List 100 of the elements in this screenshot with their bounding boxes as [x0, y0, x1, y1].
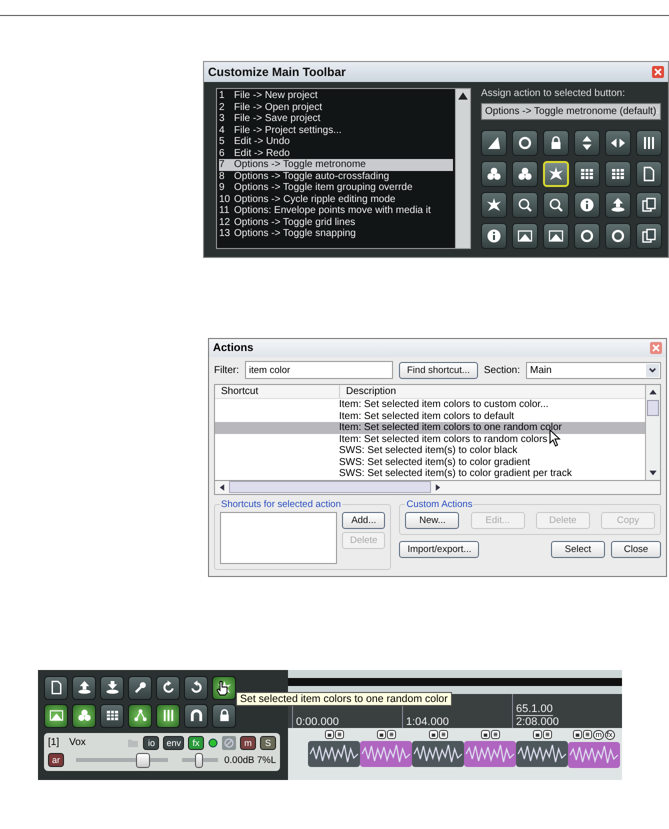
toolbar-button[interactable] — [128, 676, 152, 700]
waveform-clip[interactable] — [516, 740, 568, 766]
action-list-item[interactable]: 4 File -> Project settings... — [219, 124, 453, 136]
toolbar-button[interactable] — [100, 704, 124, 728]
track-button[interactable]: fx — [188, 736, 204, 750]
close-button[interactable]: Close — [611, 540, 661, 558]
right-arrow-icon[interactable] — [433, 482, 443, 492]
lock-icon[interactable] — [428, 730, 438, 738]
record-arm-icon[interactable] — [208, 738, 218, 748]
import-export-button[interactable]: Import/export... — [399, 540, 480, 558]
toolbar-icon-button[interactable] — [543, 223, 569, 249]
track-button[interactable]: io — [143, 736, 160, 750]
list-icon[interactable] — [386, 730, 396, 738]
find-shortcut-button[interactable]: Find shortcut... — [399, 362, 478, 378]
action-list-item[interactable]: 6 Edit -> Redo — [219, 148, 453, 159]
toolbar-icon-button[interactable] — [543, 192, 569, 218]
toolbar-button[interactable] — [72, 704, 96, 728]
filter-field[interactable]: item color — [245, 361, 393, 379]
mute-button[interactable]: m — [240, 736, 256, 750]
toolbar-icon-button[interactable] — [512, 192, 538, 218]
group-button[interactable]: New... — [405, 512, 460, 528]
waveform-clip[interactable] — [360, 740, 412, 766]
toolbar-button[interactable] — [184, 704, 208, 728]
select-button[interactable]: Select — [551, 540, 605, 558]
column-header[interactable]: Description — [340, 385, 402, 398]
lock-icon[interactable] — [324, 730, 334, 738]
toolbar-icon-button[interactable] — [605, 161, 631, 187]
toolbar-icon-button[interactable] — [605, 130, 631, 156]
table-row[interactable]: Item: Set selected item colors to custom color... — [215, 399, 645, 410]
toolbar-icon-button[interactable] — [605, 192, 631, 218]
scroll-thumb[interactable] — [647, 400, 659, 416]
toolbar-icon-button[interactable] — [605, 223, 631, 249]
toolbar-button[interactable] — [156, 676, 180, 700]
waveform-clip[interactable] — [464, 740, 516, 766]
waveform-clip[interactable] — [568, 742, 620, 768]
toolbar-icon-button[interactable] — [574, 130, 600, 156]
table-row[interactable]: Item: Set selected item colors to default — [215, 410, 645, 422]
action-list-item[interactable]: 9 Options -> Toggle item grouping overrde — [219, 182, 453, 194]
table-row[interactable]: SWS: Set selected item(s) to color gradient — [215, 456, 645, 468]
toolbar-icon-button[interactable] — [543, 130, 569, 156]
solo-button[interactable]: S — [260, 736, 276, 750]
close-icon[interactable] — [652, 66, 664, 78]
action-list-item[interactable]: 5 Edit -> Undo — [219, 136, 453, 148]
toolbar-icon-button[interactable] — [512, 223, 538, 249]
toolbar-button[interactable] — [184, 676, 208, 700]
toolbar-button[interactable] — [100, 676, 124, 700]
toolbar-icon-button[interactable] — [481, 130, 507, 156]
toolbar-icon-button[interactable] — [574, 192, 600, 218]
table-row[interactable]: SWS: Set selected item(s) to color gradient per track — [215, 468, 645, 480]
action-list-item[interactable]: 3 File -> Save project — [219, 113, 453, 124]
waveform-clip[interactable] — [308, 740, 360, 766]
action-list-item[interactable]: 12 Options -> Toggle grid lines — [219, 216, 453, 228]
group-button[interactable]: Add... — [342, 512, 386, 528]
action-list-item[interactable]: 11 Options: Envelope points move with media it — [219, 205, 453, 216]
section-dropdown[interactable]: Main — [526, 362, 661, 378]
action-dropdown[interactable]: Options -> Toggle metronome (default) — [481, 103, 661, 120]
toolbar-button[interactable] — [44, 676, 68, 700]
toolbar-icon-button[interactable] — [574, 161, 600, 187]
action-list-item[interactable]: 2 File -> Open project — [219, 102, 453, 113]
toolbar-icon-button[interactable] — [481, 192, 507, 218]
scroll-thumb[interactable] — [229, 481, 431, 493]
toolbar-icon-button[interactable] — [636, 223, 662, 249]
action-list-item[interactable]: 7 Options -> Toggle metronome — [219, 159, 453, 170]
list-icon[interactable] — [583, 730, 592, 738]
scrollbar[interactable] — [645, 385, 660, 480]
list-icon[interactable] — [490, 730, 500, 738]
toolbar-button[interactable] — [72, 676, 96, 700]
action-list-item[interactable]: 8 Options -> Toggle auto-crossfading — [219, 170, 453, 182]
scrollbar[interactable] — [214, 480, 661, 494]
toolbar-icon-button[interactable] — [636, 192, 662, 218]
lock-icon[interactable] — [532, 730, 542, 738]
action-list-item[interactable]: 10 Options -> Cycle ripple editing mode — [219, 194, 453, 205]
table-row[interactable]: Item: Set selected item colors to random colors — [215, 434, 645, 445]
lock-icon[interactable] — [573, 730, 582, 738]
toolbar-icon-button[interactable] — [512, 161, 538, 187]
lock-icon[interactable] — [376, 730, 386, 738]
toolbar-button[interactable] — [212, 704, 236, 728]
scrollbar[interactable] — [455, 89, 470, 248]
table-row[interactable]: SWS: Set selected item(s) to color black — [215, 445, 645, 456]
toolbar-button[interactable] — [128, 704, 152, 728]
toolbar-icon-button[interactable] — [574, 223, 600, 249]
track-button[interactable]: env — [163, 736, 184, 750]
action-list-item[interactable]: 13 Options -> Toggle snapping — [219, 228, 453, 240]
toolbar-button[interactable] — [44, 704, 68, 728]
list-icon[interactable] — [334, 730, 344, 738]
list-icon[interactable] — [542, 730, 552, 738]
action-list-item[interactable]: 1 File -> New project — [219, 90, 453, 102]
toolbar-icon-button[interactable] — [512, 130, 538, 156]
lock-icon[interactable] — [480, 730, 490, 738]
shortcut-list[interactable] — [220, 512, 337, 564]
up-arrow-icon[interactable] — [457, 90, 469, 102]
toolbar-icon-button[interactable] — [481, 161, 507, 187]
toolbar-icon-button[interactable] — [636, 161, 662, 187]
automation-button[interactable]: ar — [48, 753, 64, 767]
list-icon[interactable] — [438, 730, 448, 738]
left-arrow-icon[interactable] — [217, 482, 227, 492]
table-row[interactable]: Item: Set selected item colors to one random color — [215, 422, 645, 434]
column-header[interactable]: Shortcut — [215, 385, 340, 398]
toolbar-button[interactable] — [156, 704, 180, 728]
track-name[interactable]: Vox — [69, 737, 86, 748]
